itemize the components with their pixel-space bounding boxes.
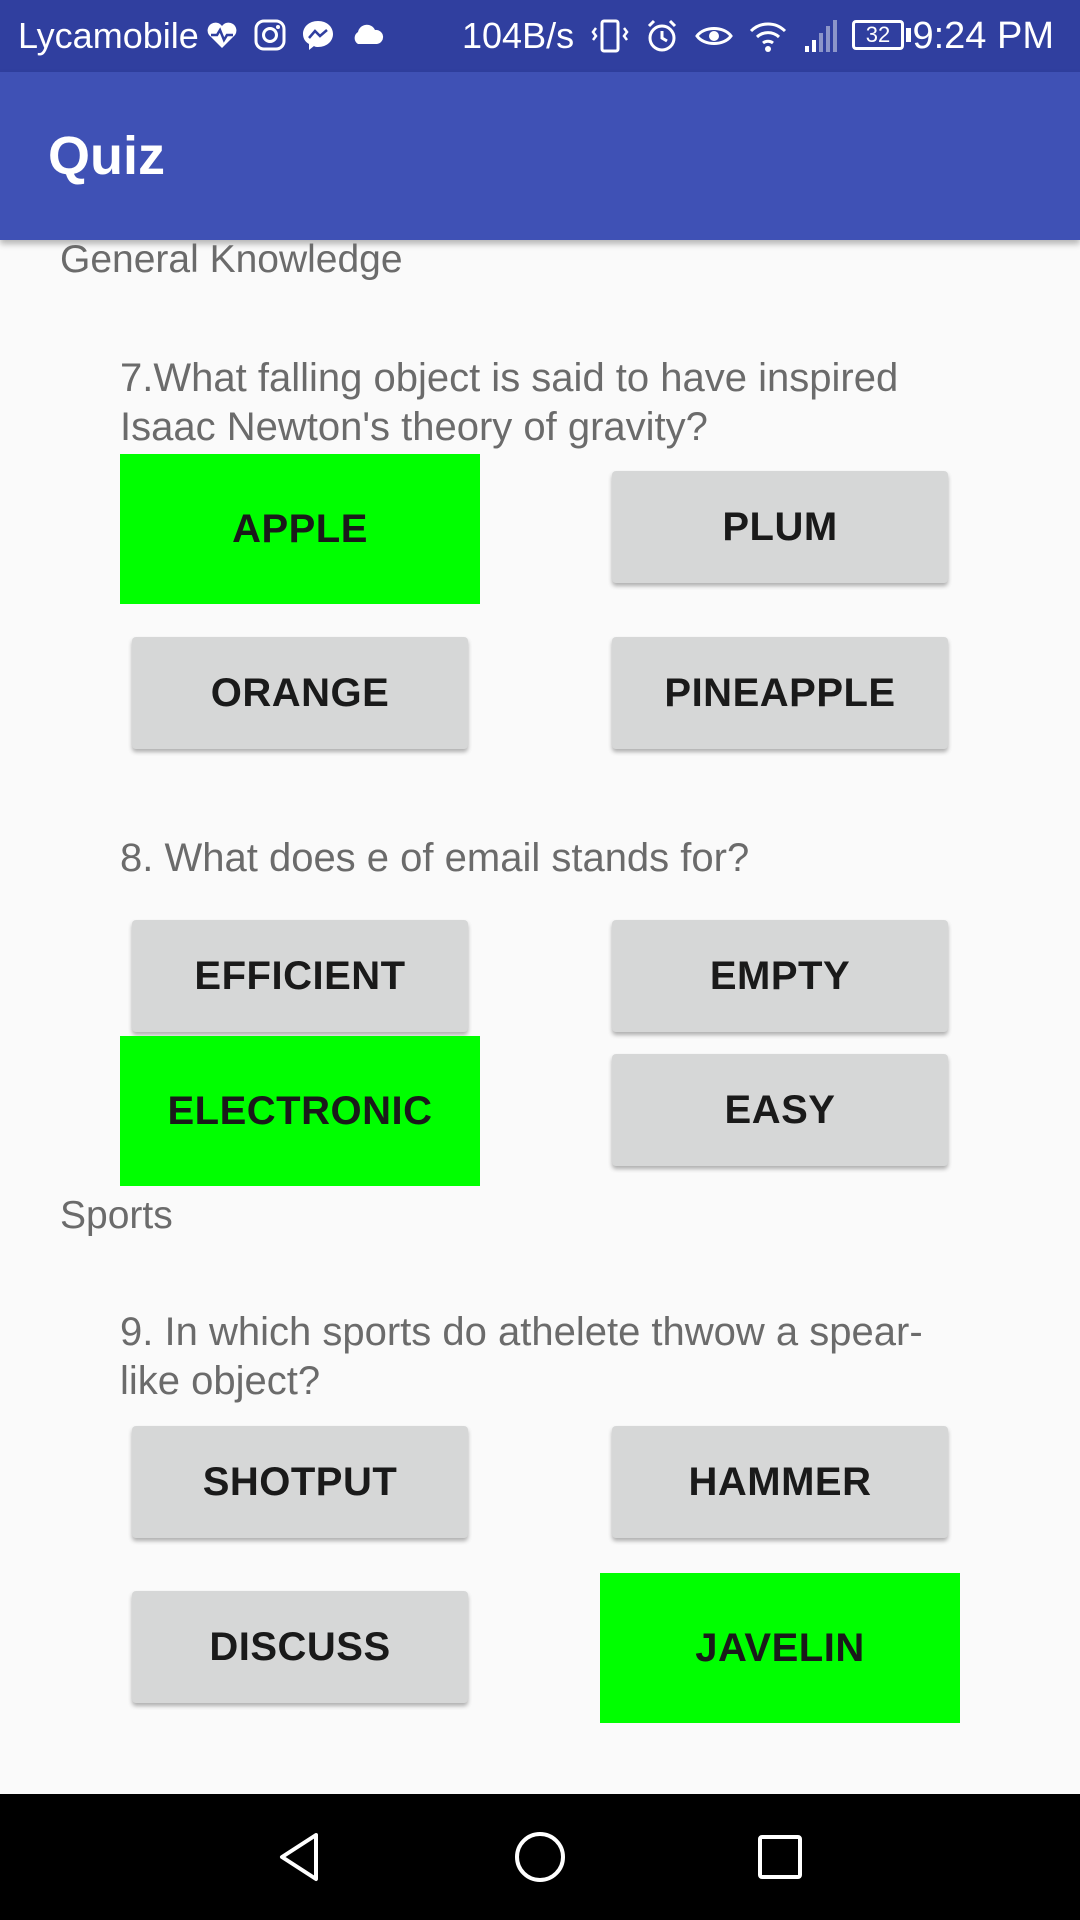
battery-level: 32 xyxy=(865,22,891,47)
alarm-icon xyxy=(644,18,680,54)
answer-button-empty[interactable]: EMPTY xyxy=(612,920,948,1032)
recents-icon[interactable] xyxy=(750,1827,810,1887)
network-speed: 104B/s xyxy=(462,15,575,56)
status-bar: Lycamobile 104B/s 32 9:24 PM xyxy=(0,0,1080,72)
clock: 9:24 PM xyxy=(912,15,1054,57)
wifi-icon xyxy=(748,18,788,54)
vibrate-icon xyxy=(590,18,630,54)
question-8: 8. What does e of email stands for? xyxy=(120,836,750,880)
messenger-icon xyxy=(301,18,335,54)
answer-button-plum[interactable]: PLUM xyxy=(612,471,948,583)
answer-button-pineapple[interactable]: PINEAPPLE xyxy=(612,637,948,749)
answer-button-discuss[interactable]: DISCUSS xyxy=(132,1591,468,1703)
eye-icon xyxy=(694,18,734,54)
home-icon[interactable] xyxy=(510,1827,570,1887)
cloud-icon xyxy=(349,18,385,54)
notification-icons xyxy=(205,18,385,54)
answer-button-electronic[interactable]: ELECTRONIC xyxy=(120,1036,480,1186)
system-icons xyxy=(590,18,842,54)
carrier-name: Lycamobile xyxy=(18,15,199,56)
heart-pulse-icon xyxy=(205,18,239,54)
answer-button-efficient[interactable]: EFFICIENT xyxy=(132,920,468,1032)
answer-button-apple[interactable]: APPLE xyxy=(120,454,480,604)
answer-button-easy[interactable]: EASY xyxy=(612,1054,948,1166)
app-bar: Quiz xyxy=(0,72,1080,240)
battery-icon: 32 xyxy=(852,20,904,50)
signal-icon xyxy=(802,18,842,54)
section-label-general-knowledge: General Knowledge xyxy=(60,238,403,281)
question-9: 9. In which sports do athelete thwow a s… xyxy=(120,1310,923,1403)
answer-button-orange[interactable]: ORANGE xyxy=(132,637,468,749)
answer-button-javelin[interactable]: JAVELIN xyxy=(600,1573,960,1723)
question-7: 7.What falling object is said to have in… xyxy=(120,356,899,449)
instagram-icon xyxy=(253,18,287,54)
answer-button-shotput[interactable]: SHOTPUT xyxy=(132,1426,468,1538)
section-label-sports: Sports xyxy=(60,1194,173,1237)
battery-tip xyxy=(906,28,911,42)
app-title: Quiz xyxy=(48,126,165,186)
back-icon[interactable] xyxy=(270,1827,330,1887)
answer-button-hammer[interactable]: HAMMER xyxy=(612,1426,948,1538)
navigation-bar xyxy=(0,1794,1080,1920)
